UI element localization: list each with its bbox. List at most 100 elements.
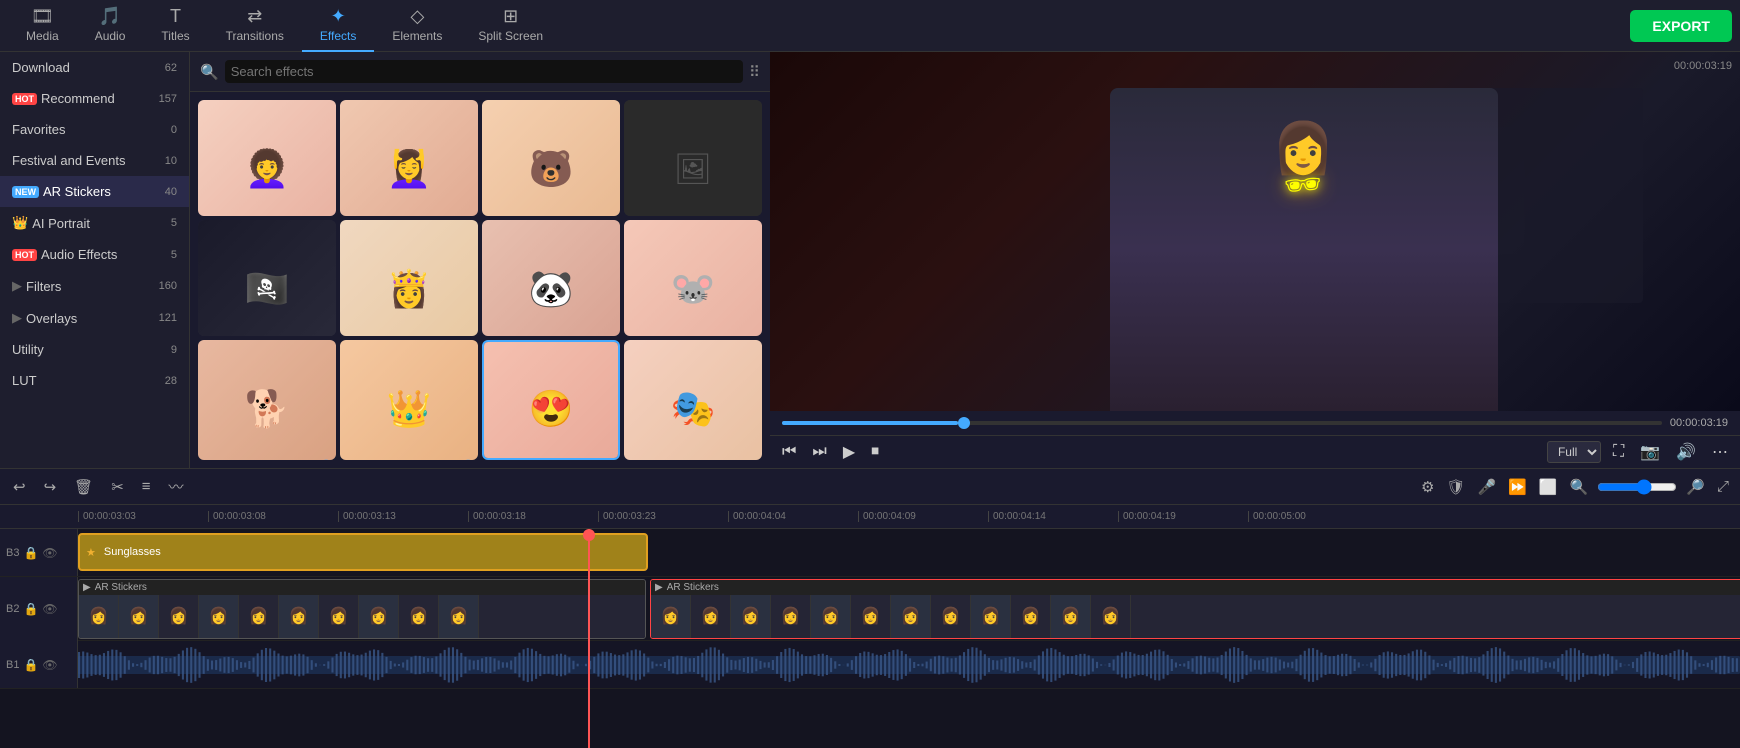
skip-back-button[interactable]: ⏮ xyxy=(778,441,800,463)
delete-button[interactable]: 🗑 xyxy=(69,476,98,498)
export-button[interactable]: EXPORT xyxy=(1630,10,1732,42)
thumb-strip-2: 👩 👩 👩 👩 👩 👩 👩 👩 👩 👩 👩 👩 xyxy=(651,595,1740,638)
sidebar-item-overlays[interactable]: ▶ Overlays 121 xyxy=(0,302,189,334)
captions-icon[interactable]: ⬜ xyxy=(1536,478,1561,496)
search-input[interactable] xyxy=(225,60,743,83)
effect-item10[interactable]: 👑 ⬇ xyxy=(340,340,478,460)
clip-sunglasses[interactable]: ★ Sunglasses xyxy=(78,533,648,571)
thumb-frame: 👩 xyxy=(971,595,1011,638)
track-1-content xyxy=(78,641,1740,688)
nav-titles-label: Titles xyxy=(161,29,189,43)
effect-item12[interactable]: 🎭 xyxy=(624,340,762,460)
clip-ar2[interactable]: ▶ AR Stickers 👩 👩 👩 👩 👩 👩 👩 👩 👩 👩 xyxy=(650,579,1740,639)
nav-splitscreen[interactable]: ⊞ Split Screen xyxy=(460,0,561,52)
effect-thumb-placeholder: 🖼 xyxy=(624,100,762,216)
redo-button[interactable]: ↪ xyxy=(39,476,62,498)
nav-titles[interactable]: T Titles xyxy=(143,0,207,52)
play-button[interactable]: ▶ xyxy=(839,440,859,464)
thumb-frame: 👩 xyxy=(691,595,731,638)
top-nav: 🎞 Media 🎵 Audio T Titles ⇄ Transitions ✦… xyxy=(0,0,1740,52)
thumb-frame: 👩 xyxy=(159,595,199,638)
effect-panda[interactable]: 🐼 Panda xyxy=(482,220,620,336)
expand-icon[interactable]: ⤢ xyxy=(1714,478,1732,495)
mic-icon[interactable]: 🎤 xyxy=(1475,478,1500,496)
effect-mouse[interactable]: 🐭 ⬇ Mouse xyxy=(624,220,762,336)
sidebar-item-recommend[interactable]: HOT Recommend 157 xyxy=(0,83,189,114)
grid-view-icon[interactable]: ⠿ xyxy=(749,63,760,81)
sidebar-item-filters[interactable]: ▶ Filters 160 xyxy=(0,270,189,302)
track-3-lock[interactable]: 🔒 xyxy=(23,546,38,560)
quality-select[interactable]: Full xyxy=(1547,441,1601,463)
effect-item9[interactable]: 🐕 ⬇ xyxy=(198,340,336,460)
sidebar-utility-badge: 9 xyxy=(171,344,177,356)
main-area: Download 62 HOT Recommend 157 Favorites … xyxy=(0,52,1740,468)
timeline: ↩ ↪ 🗑 ✂ ≡ 〰 ⚙ 🛡 🎤 ⏩ ⬜ 🔍 🔎 ⤢ 00:00:03:03 … xyxy=(0,468,1740,748)
screenshot-button[interactable]: 📷 xyxy=(1636,440,1664,464)
volume-button[interactable]: 🔊 xyxy=(1672,440,1700,464)
nav-transitions[interactable]: ⇄ Transitions xyxy=(208,0,302,52)
track-3-eye[interactable]: 👁 xyxy=(42,546,57,560)
zoom-in-icon[interactable]: 🔎 xyxy=(1683,478,1708,496)
step-back-button[interactable]: ⏭ xyxy=(808,441,830,463)
effect-pearl-girl[interactable]: 👸 Pearl Girl xyxy=(340,220,478,336)
timeline-tracks: B3 🔒 👁 ★ Sunglasses B2 🔒 👁 xyxy=(0,529,1740,748)
nav-media[interactable]: 🎞 Media xyxy=(8,0,77,52)
waveform-button[interactable]: 〰 xyxy=(164,474,189,499)
fullscreen-button[interactable]: ⛶ xyxy=(1609,441,1628,463)
track-2-lock[interactable]: 🔒 xyxy=(23,602,38,616)
arrow-icon-filters: ▶ xyxy=(12,278,22,294)
sidebar-utility-label: Utility xyxy=(12,342,44,357)
sidebar-item-download[interactable]: Download 62 xyxy=(0,52,189,83)
effect-thumb: 🐕 ⬇ xyxy=(198,340,336,460)
sidebar-item-festival[interactable]: Festival and Events 10 xyxy=(0,145,189,176)
effect-shiny-cat[interactable]: 👩‍🦱 Shiny Cat xyxy=(198,100,336,216)
track-2-eye[interactable]: 👁 xyxy=(42,602,57,616)
sidebar-ai-badge: 5 xyxy=(171,217,177,229)
nav-effects[interactable]: ✦ Effects xyxy=(302,0,374,52)
sidebar-item-ar-stickers[interactable]: NEW AR Stickers 40 xyxy=(0,176,189,207)
ruler-mark: 00:00:03:23 xyxy=(598,511,728,522)
forward-icon[interactable]: ⏩ xyxy=(1505,478,1530,496)
effect-thumb: 👩‍🦱 xyxy=(198,100,336,216)
track-1-eye[interactable]: 👁 xyxy=(42,658,57,672)
sidebar-item-ai-portrait[interactable]: 👑 AI Portrait 5 xyxy=(0,207,189,239)
person-silhouette: 👩 🕶 xyxy=(1110,88,1498,411)
zoom-slider[interactable] xyxy=(1597,479,1677,495)
effect-pirate[interactable]: 🏴‍☠️ ⬇ Pirate xyxy=(198,220,336,336)
thumb-frame: 👩 xyxy=(279,595,319,638)
sidebar-item-audio-effects[interactable]: HOT Audio Effects 5 xyxy=(0,239,189,270)
effect-rainbow-bear[interactable]: 🐻 Rainbow Bear xyxy=(482,100,620,216)
nav-media-label: Media xyxy=(26,29,59,43)
nav-audio[interactable]: 🎵 Audio xyxy=(77,0,144,52)
more-button[interactable]: ⋯ xyxy=(1708,440,1732,464)
nav-audio-label: Audio xyxy=(95,29,126,43)
sidebar-item-favorites[interactable]: Favorites 0 xyxy=(0,114,189,145)
sidebar-item-lut[interactable]: LUT 28 xyxy=(0,365,189,396)
effect-thumb: 🏴‍☠️ ⬇ xyxy=(198,220,336,336)
clip-ar1-label: AR Stickers xyxy=(95,582,147,593)
audio-button[interactable]: ≡ xyxy=(137,476,156,497)
cut-button[interactable]: ✂ xyxy=(106,476,129,498)
track-1-lock[interactable]: 🔒 xyxy=(23,658,38,672)
nav-elements[interactable]: ◇ Elements xyxy=(374,0,460,52)
timeline-toolbar: ↩ ↪ 🗑 ✂ ≡ 〰 ⚙ 🛡 🎤 ⏩ ⬜ 🔍 🔎 ⤢ xyxy=(0,469,1740,505)
effect-rabbit[interactable]: 🖼 Rabbit xyxy=(624,100,762,216)
effect-thumb: 🐭 ⬇ xyxy=(624,220,762,336)
clip-ar1[interactable]: ▶ AR Stickers 👩 👩 👩 👩 👩 👩 👩 👩 👩 xyxy=(78,579,646,639)
settings-icon[interactable]: ⚙ xyxy=(1418,478,1437,496)
zoom-out-icon[interactable]: 🔍 xyxy=(1567,478,1592,496)
effect-thumb: 💆‍♀️ xyxy=(340,100,478,216)
ruler-mark: 00:00:04:04 xyxy=(728,511,858,522)
sidebar-recommend-badge: 157 xyxy=(159,93,177,105)
splitscreen-icon: ⊞ xyxy=(503,6,518,27)
stop-button[interactable]: ⏹ xyxy=(867,441,883,463)
shield-icon[interactable]: 🛡 xyxy=(1444,478,1469,496)
sidebar-item-utility[interactable]: Utility 9 xyxy=(0,334,189,365)
undo-button[interactable]: ↩ xyxy=(8,476,31,498)
waveform xyxy=(78,641,1740,688)
effect-rainbow-cheeks[interactable]: 💆‍♀️ Rainbow Cheeks xyxy=(340,100,478,216)
progress-thumb[interactable] xyxy=(958,417,970,429)
progress-bar[interactable] xyxy=(782,421,1662,425)
titles-icon: T xyxy=(170,6,181,27)
effect-heart-eyes[interactable]: 😍 Heart Eyes xyxy=(482,340,620,460)
